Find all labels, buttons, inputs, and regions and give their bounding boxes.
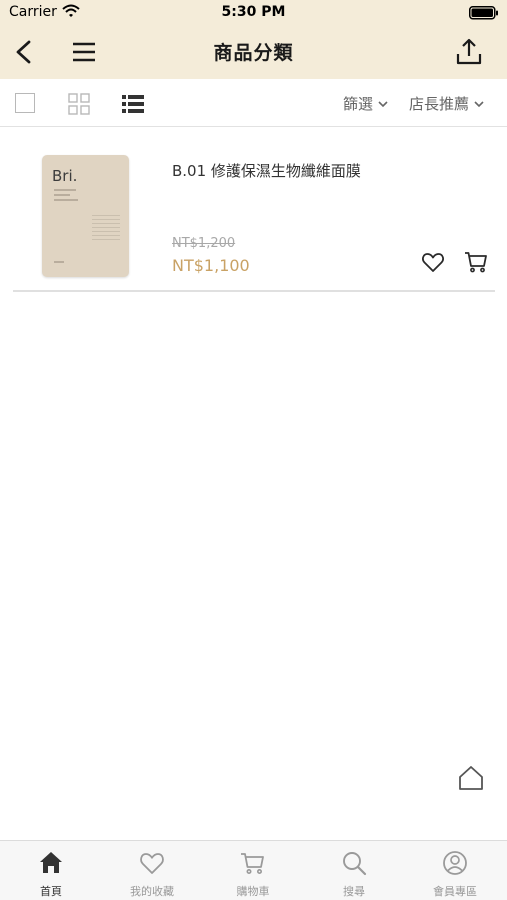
single-view-icon[interactable]	[15, 93, 35, 113]
heart-icon	[140, 853, 164, 874]
cart-icon	[241, 853, 264, 874]
filter-label: 篩選	[343, 95, 374, 113]
sort-button[interactable]: 店長推薦	[409, 93, 485, 114]
tab-member[interactable]: 會員專區	[405, 841, 505, 900]
product-image-text-block	[92, 215, 120, 241]
chevron-down-icon	[378, 100, 388, 107]
status-time: 5:30 PM	[221, 4, 286, 20]
app-header: Carrier 5:30 PM 商品分類	[0, 0, 507, 79]
view-toolbar: 篩選 店長推薦	[0, 79, 507, 127]
product-image-line	[54, 261, 64, 263]
battery-icon	[469, 6, 498, 20]
bottom-tab-bar: 首頁 我的收藏 購物車 搜尋 會員專區	[0, 840, 507, 900]
tab-cart[interactable]: 購物車	[203, 841, 303, 900]
tab-label: 我的收藏	[130, 885, 174, 898]
grid-view-icon[interactable]	[68, 93, 90, 115]
product-image-line	[54, 199, 78, 201]
product-image[interactable]: Bri.	[42, 155, 129, 277]
status-bar: Carrier 5:30 PM	[0, 0, 507, 26]
product-name[interactable]: B.01 修護保濕生物纖維面膜	[172, 160, 361, 181]
tab-favorites[interactable]: 我的收藏	[102, 841, 202, 900]
floating-home-icon[interactable]	[457, 764, 485, 792]
product-image-brand: Bri.	[52, 167, 78, 185]
filter-button[interactable]: 篩選	[343, 93, 389, 114]
tab-search[interactable]: 搜尋	[304, 841, 404, 900]
product-price: NT$1,100	[172, 256, 250, 275]
product-list-item[interactable]: Bri. B.01 修護保濕生物纖維面膜 NT$1,200 NT$1,100	[13, 127, 495, 292]
home-icon	[40, 852, 62, 873]
heart-icon[interactable]	[421, 251, 445, 273]
sort-label: 店長推薦	[409, 95, 470, 113]
cart-icon[interactable]	[464, 250, 488, 274]
user-icon	[443, 851, 467, 875]
page-title: 商品分類	[213, 42, 294, 64]
product-image-line	[54, 194, 70, 196]
list-view-icon[interactable]	[122, 94, 144, 114]
tab-label: 搜尋	[343, 885, 365, 898]
chevron-down-icon	[474, 100, 484, 107]
tab-home[interactable]: 首頁	[1, 841, 101, 900]
search-icon	[343, 852, 367, 876]
tab-label: 購物車	[236, 885, 270, 898]
product-original-price: NT$1,200	[172, 236, 236, 251]
product-image-line	[54, 189, 76, 191]
tab-label: 首頁	[40, 885, 62, 898]
tab-label: 會員專區	[433, 885, 477, 898]
share-icon[interactable]	[455, 36, 483, 68]
